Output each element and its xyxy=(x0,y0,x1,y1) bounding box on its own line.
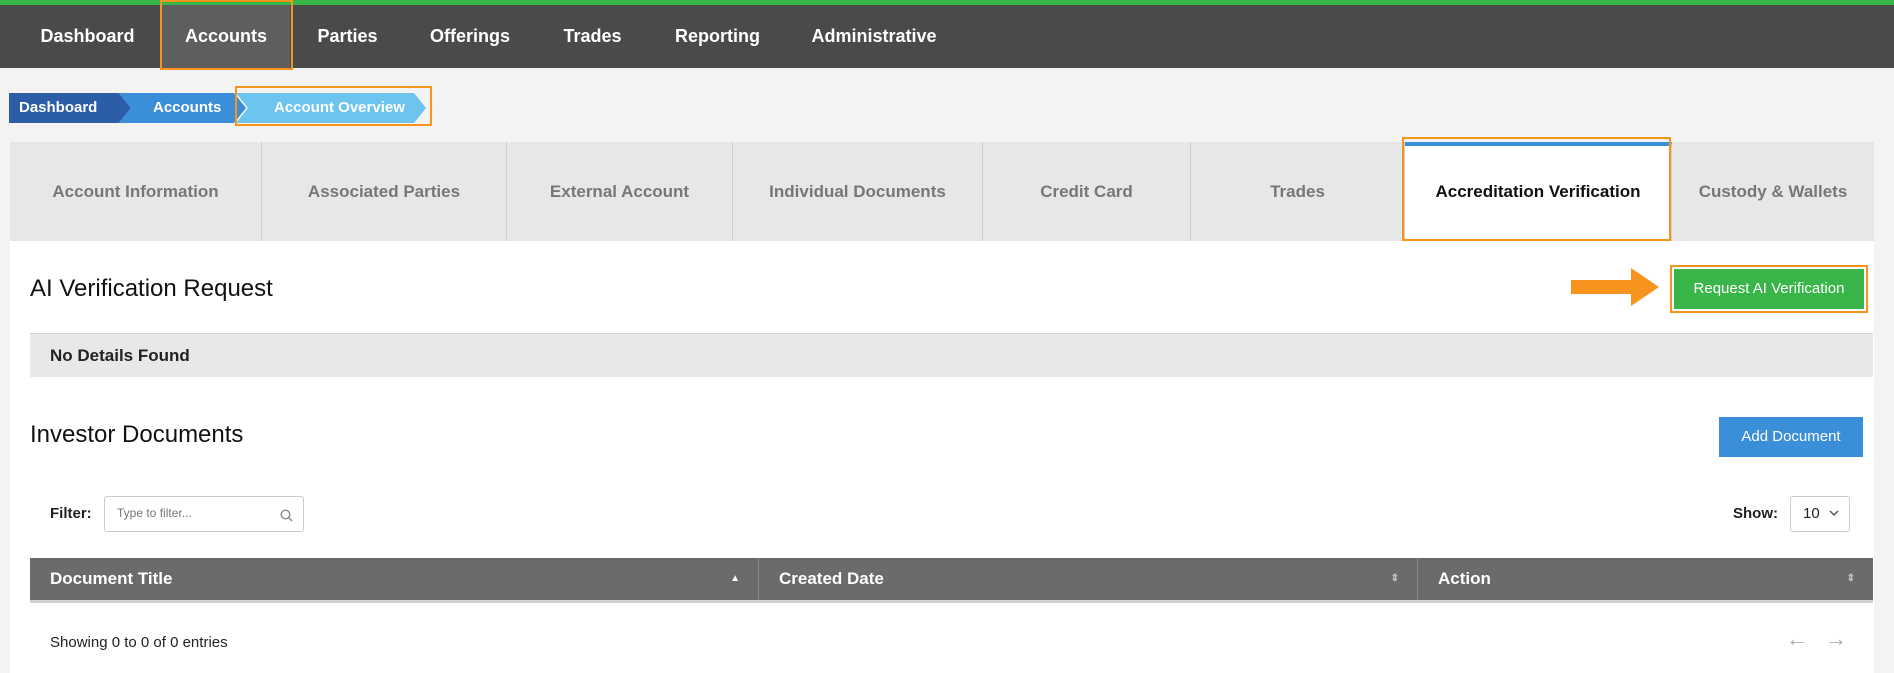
sort-asc-icon: ▲ xyxy=(730,573,740,584)
nav-administrative[interactable]: Administrative xyxy=(800,5,948,68)
documents-table-header: Document Title ▲ Created Date ⇕ Action ⇕ xyxy=(30,558,1873,603)
search-icon xyxy=(280,509,293,522)
column-label: Action xyxy=(1438,569,1491,588)
content-panel: AI Verification Request Request AI Verif… xyxy=(10,241,1874,673)
column-label: Document Title xyxy=(50,569,173,588)
ai-verification-title: AI Verification Request xyxy=(30,275,273,302)
nav-accounts[interactable]: Accounts xyxy=(162,5,290,68)
tab-associated-parties[interactable]: Associated Parties xyxy=(262,142,507,241)
add-document-button[interactable]: Add Document xyxy=(1719,417,1863,457)
arrow-pointer-icon xyxy=(1571,268,1659,306)
tab-account-information[interactable]: Account Information xyxy=(10,142,262,241)
account-tabs: Account Information Associated Parties E… xyxy=(10,142,1874,241)
entries-info: Showing 0 to 0 of 0 entries xyxy=(50,634,228,651)
column-action[interactable]: Action ⇕ xyxy=(1418,558,1873,600)
top-nav-bar: Dashboard Accounts Parties Offerings Tra… xyxy=(0,0,1894,68)
breadcrumb-dashboard[interactable]: Dashboard xyxy=(9,93,131,123)
tab-credit-card[interactable]: Credit Card xyxy=(983,142,1191,241)
tab-trades[interactable]: Trades xyxy=(1191,142,1405,241)
tab-external-account[interactable]: External Account xyxy=(507,142,733,241)
column-label: Created Date xyxy=(779,569,884,588)
prev-page-icon[interactable]: ← xyxy=(1786,626,1808,652)
breadcrumb-label: Account Overview xyxy=(274,99,405,116)
show-select[interactable]: 10 xyxy=(1790,496,1850,532)
tab-individual-documents[interactable]: Individual Documents xyxy=(733,142,983,241)
chevron-down-icon xyxy=(1829,510,1839,516)
breadcrumb-account-overview[interactable]: Account Overview xyxy=(236,93,426,123)
nav-reporting[interactable]: Reporting xyxy=(660,5,775,68)
no-details-message: No Details Found xyxy=(30,333,1873,377)
tab-accreditation-verification[interactable]: Accreditation Verification xyxy=(1405,142,1672,241)
next-page-icon[interactable]: → xyxy=(1825,626,1847,652)
breadcrumb-label: Dashboard xyxy=(19,99,98,116)
column-document-title[interactable]: Document Title ▲ xyxy=(30,558,759,600)
show-label: Show: xyxy=(1733,505,1778,522)
nav-parties[interactable]: Parties xyxy=(300,5,395,68)
show-value: 10 xyxy=(1803,505,1820,522)
breadcrumb-label: Accounts xyxy=(153,99,222,116)
filter-field xyxy=(104,496,304,532)
nav-trades[interactable]: Trades xyxy=(545,5,640,68)
nav-dashboard[interactable]: Dashboard xyxy=(20,5,155,68)
filter-input[interactable] xyxy=(105,497,265,529)
column-created-date[interactable]: Created Date ⇕ xyxy=(759,558,1418,600)
filter-label: Filter: xyxy=(50,505,92,522)
sort-icon: ⇕ xyxy=(1390,573,1399,584)
tab-custody-wallets[interactable]: Custody & Wallets xyxy=(1672,142,1874,241)
investor-documents-title: Investor Documents xyxy=(30,421,244,448)
nav-offerings[interactable]: Offerings xyxy=(415,5,525,68)
request-ai-verification-button[interactable]: Request AI Verification xyxy=(1674,269,1864,309)
breadcrumb-accounts[interactable]: Accounts xyxy=(119,93,246,123)
sort-icon: ⇕ xyxy=(1846,573,1855,584)
